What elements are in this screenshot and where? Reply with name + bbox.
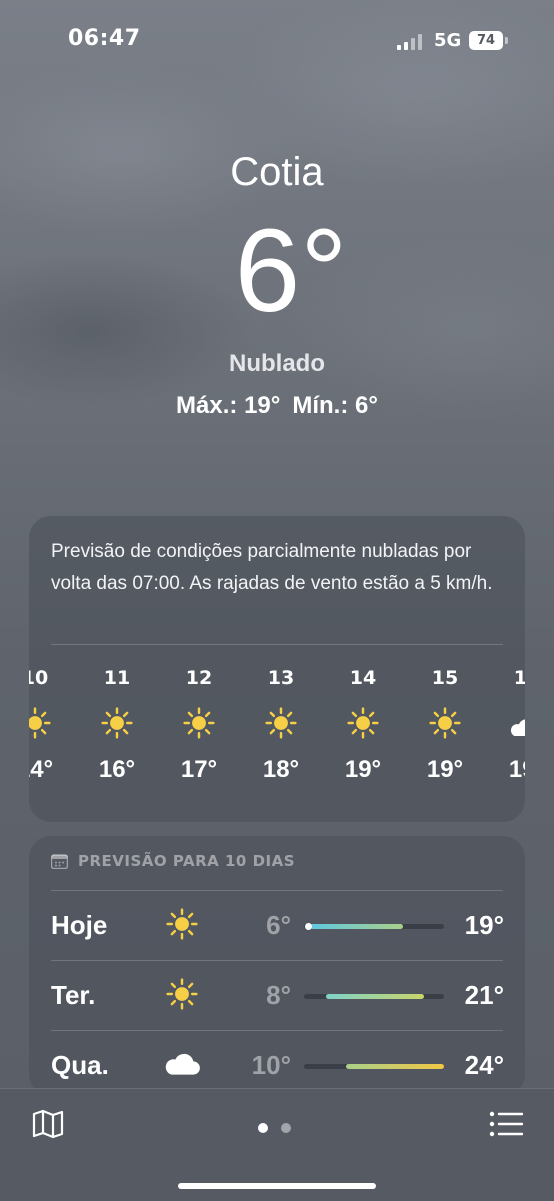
divider <box>51 644 503 645</box>
hourly-item: 10 14° <box>29 666 76 784</box>
hourly-item: 15 19° <box>404 666 486 784</box>
daily-forecast-header: PREVISÃO PARA 10 DIAS <box>51 852 295 870</box>
calendar-icon <box>51 853 68 869</box>
min-temperature: Mín.: 6° <box>292 392 378 419</box>
bottom-toolbar <box>0 1088 554 1201</box>
hour-label: 16 <box>513 667 525 689</box>
low-temperature: 6° <box>266 910 291 940</box>
city-name: Cotia <box>230 150 324 194</box>
battery-icon: 74 <box>469 31 503 50</box>
sun-icon <box>240 700 322 746</box>
temperature-range-fill <box>309 924 404 929</box>
high-temperature: 24° <box>464 1050 504 1080</box>
day-name: Qua. <box>51 1050 109 1080</box>
hourly-item: 11 16° <box>76 666 158 784</box>
hourly-forecast-card[interactable]: Previsão de condições parcialmente nubla… <box>29 516 525 822</box>
home-indicator[interactable] <box>178 1183 376 1189</box>
daily-row[interactable]: Qua. 10° 24° <box>29 1030 525 1096</box>
hour-label: 10 <box>29 667 49 689</box>
hourly-scroller[interactable]: 10 14° 11 16° 12 17° 13 18° 14 19° 15 19° 16 19° <box>29 666 525 816</box>
hour-temperature: 18° <box>262 756 300 783</box>
hour-label: 14 <box>349 667 377 689</box>
page-dot[interactable] <box>281 1123 291 1133</box>
temperature-range-bar <box>304 923 444 930</box>
max-temperature: Máx.: 19° <box>176 392 281 419</box>
hour-temperature: 19° <box>508 756 525 783</box>
page-indicator[interactable] <box>258 1118 304 1137</box>
sun-cloud-icon <box>486 700 525 746</box>
high-temperature: 21° <box>464 980 504 1010</box>
low-temperature: 8° <box>266 980 291 1010</box>
daily-header-label: PREVISÃO PARA 10 DIAS <box>78 852 296 870</box>
current-condition: Nublado <box>229 350 325 377</box>
sun-icon <box>158 700 240 746</box>
hourly-item: 16 19° <box>486 666 525 784</box>
page-dot-active[interactable] <box>258 1123 268 1133</box>
temperature-range-bar <box>304 1064 444 1069</box>
hour-label: 11 <box>103 667 131 689</box>
hour-temperature: 19° <box>426 756 464 783</box>
map-icon[interactable] <box>32 1109 64 1139</box>
sun-icon <box>161 976 203 1012</box>
battery-tip <box>505 37 508 44</box>
network-type: 5G <box>434 30 462 51</box>
status-time: 06:47 <box>68 26 141 51</box>
sun-icon <box>29 700 76 746</box>
low-temperature: 10° <box>251 1050 291 1080</box>
high-low: Máx.: 19° Mín.: 6° <box>0 392 554 420</box>
daily-forecast-card[interactable]: PREVISÃO PARA 10 DIAS Hoje 6° 19° Ter. 8° 21°… <box>29 836 525 1096</box>
forecast-summary: Previsão de condições parcialmente nubla… <box>51 541 493 594</box>
hourly-item: 13 18° <box>240 666 322 784</box>
hour-label: 13 <box>267 667 295 689</box>
cellular-signal-icon <box>397 34 425 50</box>
hour-temperature: 16° <box>98 756 136 783</box>
hour-temperature: 17° <box>180 756 218 783</box>
daily-row[interactable]: Hoje 6° 19° <box>29 890 525 960</box>
hourly-item: 12 17° <box>158 666 240 784</box>
hour-temperature: 19° <box>344 756 382 783</box>
day-name: Ter. <box>51 980 96 1010</box>
sun-icon <box>322 700 404 746</box>
sun-icon <box>161 906 203 942</box>
hourly-item: 14 19° <box>322 666 404 784</box>
current-temperature: 6° <box>234 205 348 337</box>
hour-label: 15 <box>431 667 459 689</box>
sun-icon <box>404 700 486 746</box>
day-name: Hoje <box>51 910 108 940</box>
daily-row[interactable]: Ter. 8° 21° <box>29 960 525 1030</box>
cloud-icon <box>161 1046 203 1082</box>
temperature-range-fill <box>326 994 425 999</box>
list-icon[interactable] <box>489 1110 523 1138</box>
temperature-range-fill <box>346 1064 444 1069</box>
high-temperature: 19° <box>464 910 504 940</box>
hour-label: 12 <box>185 667 213 689</box>
hour-temperature: 14° <box>29 756 54 783</box>
sun-icon <box>76 700 158 746</box>
status-bar: 06:47 5G 74 <box>0 0 554 80</box>
temperature-range-bar <box>304 994 444 999</box>
